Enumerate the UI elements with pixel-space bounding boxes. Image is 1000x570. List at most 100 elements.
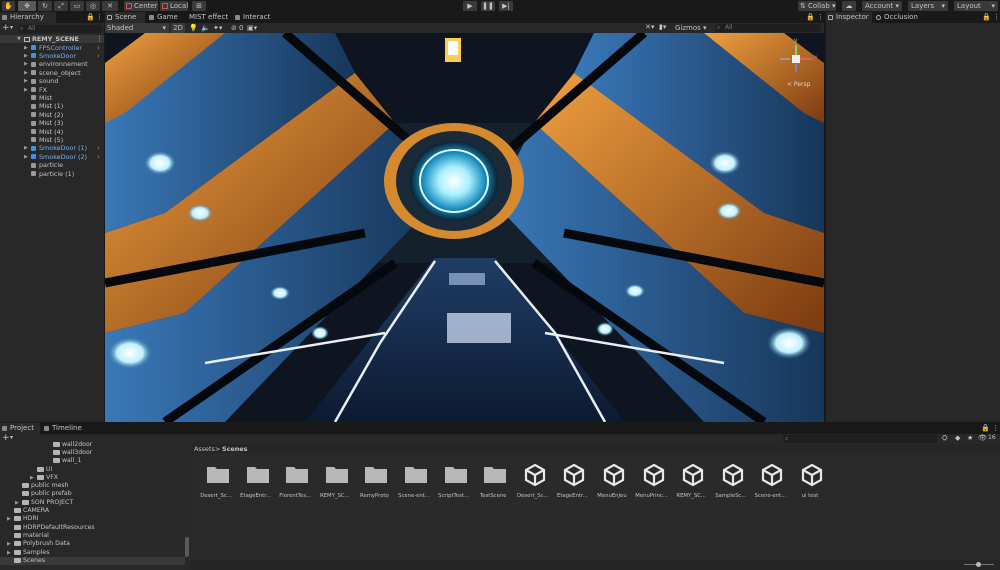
- projection-label[interactable]: < Persp: [787, 81, 810, 88]
- folder-tree-item[interactable]: public prefab: [0, 490, 185, 498]
- hierarchy-item[interactable]: ▶ environnement: [0, 60, 104, 68]
- scale-tool-button[interactable]: ⤢: [54, 1, 68, 11]
- pivot-center-button[interactable]: Center: [124, 1, 158, 11]
- hierarchy-item[interactable]: ▶ SmokeDoor (2) ›: [0, 153, 104, 161]
- scene-render-image[interactable]: [105, 33, 824, 422]
- chevron-right-icon[interactable]: ▶: [24, 69, 28, 77]
- asset-scene[interactable]: MenuEnJeu: [592, 460, 632, 505]
- pause-button[interactable]: ❚❚: [481, 1, 495, 11]
- hidden-packages-icon[interactable]: 👁: [978, 434, 987, 442]
- hidden-objects-icon[interactable]: ⊘: [231, 24, 237, 32]
- chevron-right-icon[interactable]: ▶: [24, 77, 28, 85]
- chevron-right-icon[interactable]: ▶: [24, 60, 28, 68]
- hierarchy-item[interactable]: particle (1): [0, 170, 104, 178]
- asset-scene[interactable]: Desert_Sc...: [513, 460, 553, 505]
- chevron-right-icon[interactable]: ▶: [7, 515, 11, 523]
- hierarchy-item[interactable]: particle: [0, 161, 104, 169]
- grid-snap-button[interactable]: ⊞: [192, 1, 206, 11]
- more-menu-icon[interactable]: ⋮: [817, 13, 824, 21]
- axis-neg-x[interactable]: [780, 58, 790, 60]
- camera-settings-icon[interactable]: ▣▾: [247, 24, 257, 32]
- gizmo-center-cube[interactable]: [792, 55, 800, 63]
- hierarchy-item[interactable]: ▶ SmokeDoor ›: [0, 52, 104, 60]
- asset-folder[interactable]: REMY_SC...: [315, 460, 355, 505]
- asset-scene[interactable]: REMY_SC...: [671, 460, 711, 505]
- prefab-open-icon[interactable]: ›: [97, 52, 100, 60]
- scene-viewport[interactable]: y x < Persp: [105, 33, 824, 422]
- tab-inspector[interactable]: Inspector: [826, 12, 872, 23]
- audio-toggle-icon[interactable]: 🔈: [201, 24, 210, 32]
- asset-scene[interactable]: Scene-ent...: [750, 460, 790, 505]
- scene-root-row[interactable]: ▼ REMY_SCENE ⋮: [0, 35, 104, 44]
- hierarchy-search-input[interactable]: ⌕ All: [18, 25, 102, 33]
- project-search-input[interactable]: ⌕: [783, 435, 938, 443]
- tab-mist-effect[interactable]: MIST effect: [187, 12, 231, 23]
- chevron-right-icon[interactable]: ▶: [24, 144, 28, 152]
- rotate-tool-button[interactable]: ↻: [38, 1, 52, 11]
- asset-folder[interactable]: EtageEntr...: [236, 460, 276, 505]
- filter-label-icon[interactable]: ◆: [955, 434, 960, 442]
- scene-search-input[interactable]: ⌕ All: [715, 24, 821, 32]
- lock-icon[interactable]: 🔒: [982, 13, 991, 21]
- chevron-right-icon[interactable]: ▶: [24, 44, 28, 52]
- lighting-toggle-icon[interactable]: 💡: [189, 24, 198, 32]
- collab-button[interactable]: ⇅ Collab ▾: [798, 1, 836, 11]
- lock-icon[interactable]: 🔒: [981, 424, 990, 432]
- hierarchy-item[interactable]: ▶ FPSController ›: [0, 44, 104, 52]
- more-menu-icon[interactable]: ⋮: [96, 13, 103, 21]
- folder-tree-item[interactable]: wall_1: [0, 457, 185, 465]
- filter-type-icon[interactable]: ⛭: [942, 434, 948, 443]
- chevron-down-icon[interactable]: ▼: [17, 35, 21, 43]
- tab-game[interactable]: Game: [147, 12, 185, 23]
- play-button[interactable]: ▶: [463, 1, 477, 11]
- asset-scene[interactable]: SampleSc...: [711, 460, 751, 505]
- prefab-open-icon[interactable]: ›: [97, 144, 100, 152]
- asset-folder[interactable]: Desert_Sc...: [196, 460, 236, 505]
- effects-dropdown-icon[interactable]: ✦▾: [213, 24, 222, 32]
- breadcrumb-assets[interactable]: Assets: [194, 445, 215, 453]
- chevron-right-icon[interactable]: ▶: [24, 153, 28, 161]
- tab-scene[interactable]: Scene: [105, 12, 145, 23]
- hierarchy-item[interactable]: Mist (3): [0, 119, 104, 127]
- camera-icon[interactable]: ▮▾: [659, 23, 666, 31]
- shading-dropdown[interactable]: Shaded ▾: [105, 23, 169, 33]
- tree-scrollbar-thumb[interactable]: [185, 537, 189, 557]
- more-menu-icon[interactable]: ⋮: [993, 13, 1000, 21]
- chevron-down-icon[interactable]: ▾: [10, 434, 13, 441]
- tab-timeline[interactable]: Timeline: [42, 423, 82, 434]
- transform-tool-button[interactable]: ◎: [86, 1, 100, 11]
- step-button[interactable]: ▶|: [499, 1, 513, 11]
- hierarchy-item[interactable]: Mist: [0, 94, 104, 102]
- asset-folder[interactable]: FlorentTes...: [275, 460, 315, 505]
- zoom-slider-handle[interactable]: [976, 562, 981, 567]
- prefab-open-icon[interactable]: ›: [97, 153, 100, 161]
- tools-icon[interactable]: ✕▾: [645, 23, 654, 31]
- hierarchy-item[interactable]: ▶ FX: [0, 86, 104, 94]
- chevron-right-icon[interactable]: ▶: [7, 540, 11, 548]
- folder-tree-item[interactable]: ▶ Polybrush Data: [0, 540, 185, 548]
- breadcrumb-scenes[interactable]: Scenes: [222, 445, 247, 453]
- chevron-right-icon[interactable]: ▶: [24, 86, 28, 94]
- lock-icon[interactable]: 🔒: [86, 13, 95, 21]
- tab-hierarchy[interactable]: Hierarchy: [0, 12, 56, 23]
- hierarchy-item[interactable]: Mist (4): [0, 128, 104, 136]
- cloud-button[interactable]: ☁: [842, 1, 856, 11]
- gizmos-dropdown[interactable]: Gizmos ▾: [675, 23, 713, 33]
- axis-z-arrow[interactable]: [795, 64, 797, 72]
- pivot-local-button[interactable]: Local: [160, 1, 188, 11]
- hierarchy-item[interactable]: Mist (1): [0, 102, 104, 110]
- rect-tool-button[interactable]: ▭: [70, 1, 84, 11]
- hierarchy-item[interactable]: ▶ SmokeDoor (1) ›: [0, 144, 104, 152]
- tab-occlusion[interactable]: Occlusion: [874, 12, 922, 23]
- custom-tool-button[interactable]: ✕: [102, 1, 118, 11]
- layout-dropdown[interactable]: Layout ▾: [954, 1, 998, 11]
- folder-tree-item[interactable]: Scenes: [0, 557, 185, 566]
- hierarchy-item[interactable]: Mist (2): [0, 111, 104, 119]
- lock-icon[interactable]: 🔒: [806, 13, 815, 21]
- layers-dropdown[interactable]: Layers ▾: [908, 1, 948, 11]
- chevron-right-icon[interactable]: ▶: [24, 52, 28, 60]
- axis-x-arrow[interactable]: [800, 58, 812, 60]
- asset-folder[interactable]: ScriptTest...: [434, 460, 474, 505]
- hand-tool-button[interactable]: ✋: [2, 1, 15, 11]
- orientation-gizmo[interactable]: y x < Persp: [773, 37, 821, 91]
